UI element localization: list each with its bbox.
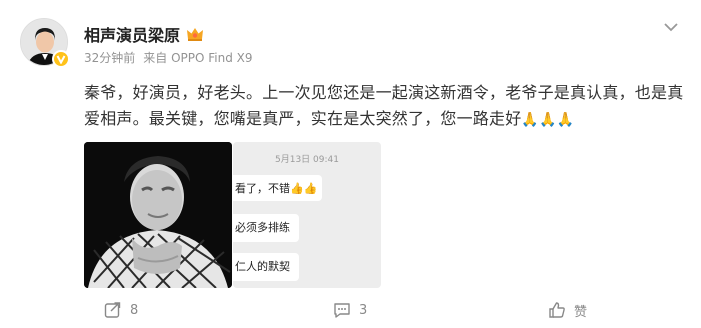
repost-button[interactable]: 8 — [104, 296, 138, 324]
crown-icon — [186, 26, 204, 42]
post-image-portrait[interactable] — [84, 142, 232, 288]
author-name-text: 相声演员梁原 — [84, 26, 181, 45]
post-meta: 32分钟前 来自 OPPO Find X9 — [84, 49, 253, 66]
thumbs-up-icon — [549, 302, 565, 318]
chat-timestamp: 5月13日 09:41 — [275, 155, 339, 165]
comment-count: 3 — [359, 302, 368, 318]
post-image-chat-screenshot[interactable]: 5月13日 09:41 看了，不错👍👍 必须多排练 仁人的默契 — [233, 142, 381, 288]
author-name[interactable]: 相声演员梁原 — [84, 22, 204, 46]
repost-count: 8 — [130, 302, 139, 318]
more-options-button[interactable] — [657, 16, 685, 38]
verified-v-icon — [52, 50, 70, 68]
action-bar: 8 3 赞 — [0, 296, 701, 324]
chevron-down-icon — [664, 23, 678, 32]
post-text: 秦爷，好演员，好老头。上一次见您还是一起演这新酒令，老爷子是真认真，也是真爱相声… — [84, 80, 684, 133]
pray-emoji: 🙏🙏🙏 — [521, 112, 575, 128]
post-text-body: 秦爷，好演员，好老头。上一次见您还是一起演这新酒令，老爷子是真认真，也是真爱相声… — [84, 83, 684, 128]
like-label: 赞 — [574, 304, 588, 320]
avatar[interactable] — [20, 18, 70, 68]
post-time: 32分钟前 — [84, 51, 136, 65]
chat-bubble: 看了，不错👍👍 — [233, 175, 322, 201]
comment-icon — [334, 303, 350, 318]
chat-bubble: 必须多排练 — [233, 214, 299, 242]
like-button[interactable]: 赞 — [548, 296, 587, 324]
chat-bubble: 仁人的默契 — [233, 253, 299, 281]
repost-icon — [104, 302, 121, 318]
comment-button[interactable]: 3 — [333, 296, 367, 324]
post-source: 来自 OPPO Find X9 — [143, 51, 253, 65]
